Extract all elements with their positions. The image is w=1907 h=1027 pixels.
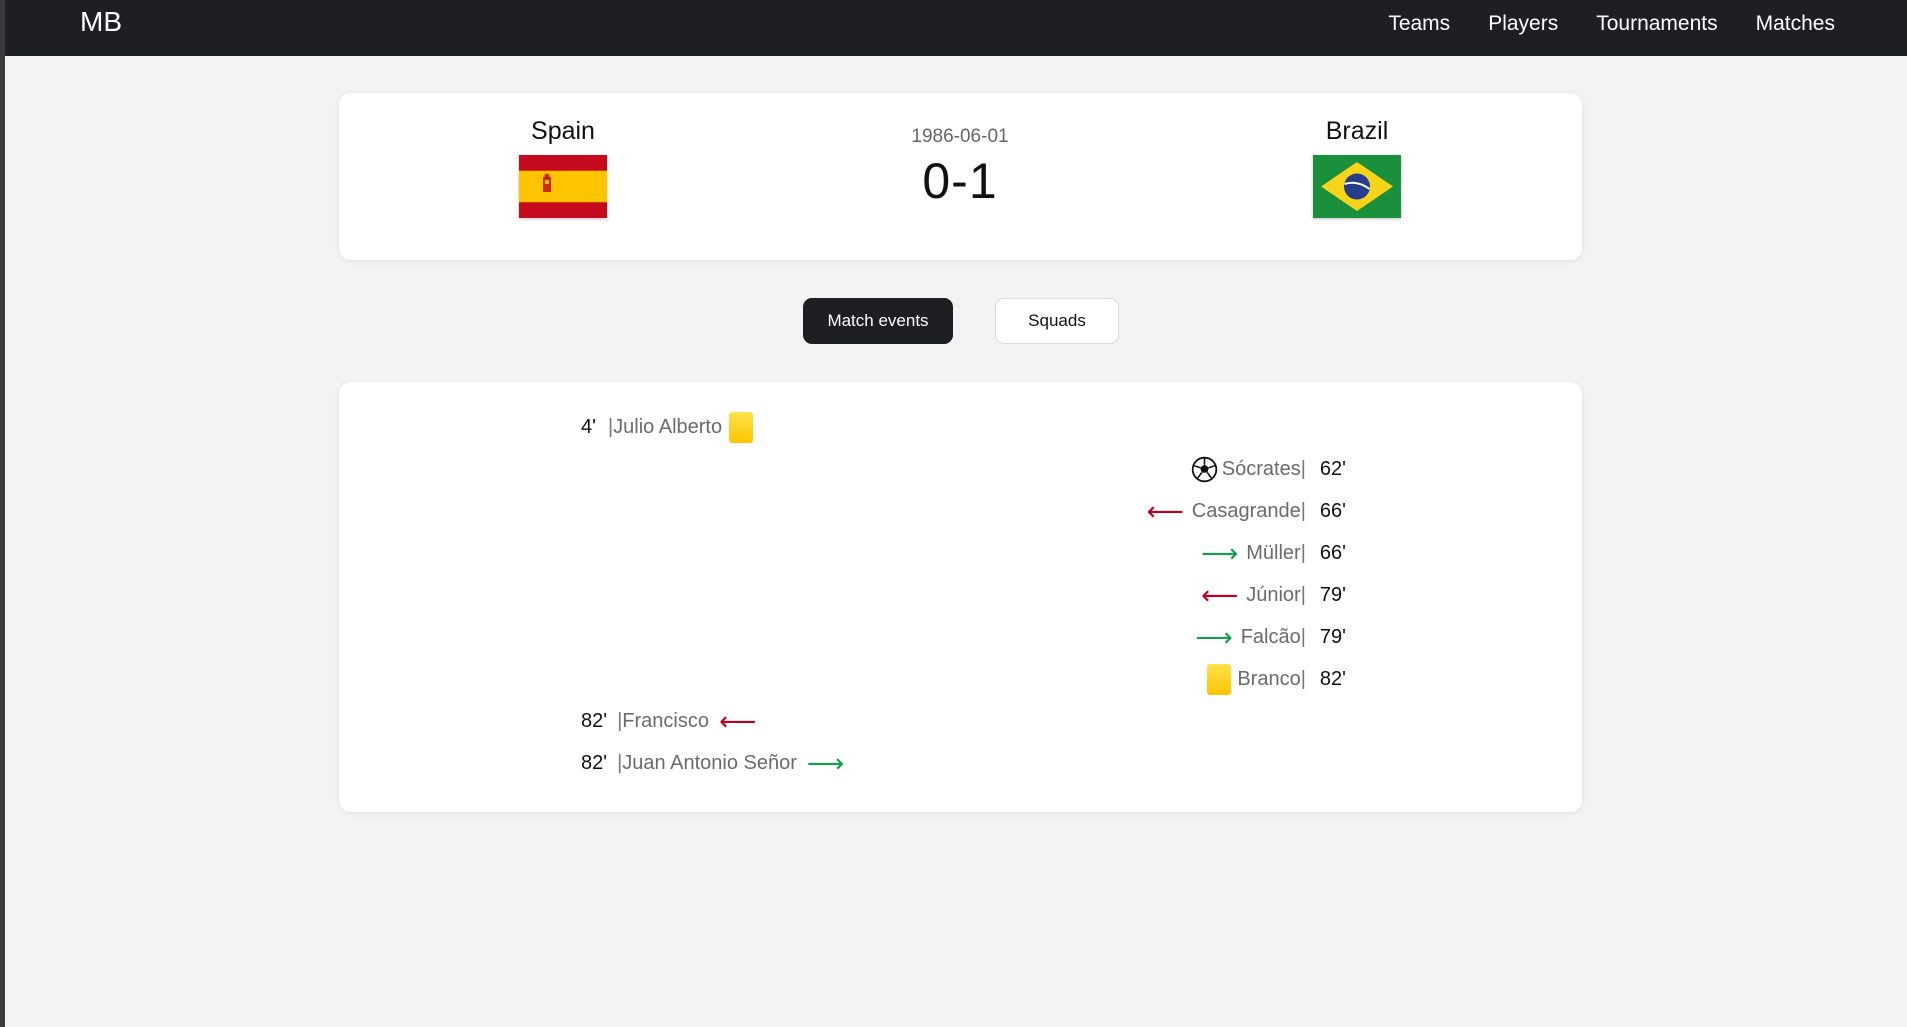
event-row: ⟶ Falcão | 79'	[1195, 617, 1346, 657]
event-player[interactable]: Falcão	[1241, 626, 1301, 649]
match-summary: 1986-06-01 0-1	[760, 126, 1160, 210]
event-row: Sócrates | 62'	[1191, 449, 1346, 489]
match-tabs: Match events Squads	[803, 298, 1119, 344]
yellow-card-icon	[729, 411, 754, 443]
nav-links: Teams Players Tournaments Matches	[1388, 0, 1835, 48]
event-player[interactable]: Julio Alberto	[613, 416, 722, 439]
soccer-ball-icon	[1191, 456, 1217, 482]
event-row: ⟶ Müller | 66'	[1201, 533, 1346, 573]
tab-squads[interactable]: Squads	[995, 298, 1119, 344]
event-separator: |	[1300, 541, 1306, 564]
event-minute: 82'	[581, 751, 608, 774]
substitution-out-arrow-icon: ⟵	[1146, 496, 1184, 526]
home-team[interactable]: Spain	[463, 117, 663, 218]
spain-flag-icon	[519, 155, 607, 218]
event-player[interactable]: Casagrande	[1192, 500, 1301, 523]
match-date: 1986-06-01	[911, 126, 1009, 147]
nav-link-tournaments[interactable]: Tournaments	[1596, 12, 1717, 36]
event-separator: |	[1300, 457, 1306, 480]
away-team[interactable]: Brazil	[1257, 117, 1457, 218]
event-player[interactable]: Branco	[1237, 668, 1300, 691]
substitution-out-arrow-icon: ⟵	[718, 706, 757, 736]
event-row: 82' | Francisco ⟵	[581, 701, 756, 741]
substitution-out-arrow-icon: ⟵	[1200, 580, 1239, 610]
event-separator: |	[1300, 667, 1306, 690]
event-minute: 79'	[1319, 583, 1346, 606]
event-player[interactable]: Sócrates	[1222, 458, 1301, 481]
event-player[interactable]: Müller	[1246, 542, 1300, 565]
window-edge	[0, 0, 5, 1027]
event-row: ⟵ Casagrande | 66'	[1146, 491, 1346, 531]
event-minute: 82'	[1319, 667, 1346, 690]
brazil-flag-icon	[1313, 155, 1401, 218]
nav-link-teams[interactable]: Teams	[1388, 12, 1450, 36]
match-events-card: 4' | Julio Alberto Sócrates | 62' ⟵ Casa…	[339, 382, 1582, 812]
event-row: Branco | 82'	[1207, 659, 1346, 699]
match-score: 0-1	[922, 153, 998, 209]
match-header-card: Spain 1986-06-01 0-1 Brazil	[339, 93, 1582, 260]
substitution-in-arrow-icon: ⟶	[1195, 622, 1233, 652]
home-team-name[interactable]: Spain	[463, 117, 663, 151]
event-player[interactable]: Francisco	[622, 710, 709, 733]
event-minute: 66'	[1319, 541, 1346, 564]
nav-link-players[interactable]: Players	[1488, 12, 1558, 36]
brand-logo[interactable]: MB	[80, 6, 122, 38]
event-minute: 79'	[1319, 625, 1346, 648]
substitution-in-arrow-icon: ⟶	[1200, 538, 1239, 568]
event-player[interactable]: Júnior	[1246, 584, 1300, 607]
event-row: ⟵ Júnior | 79'	[1201, 575, 1346, 615]
event-separator: |	[1300, 499, 1306, 522]
away-team-name[interactable]: Brazil	[1257, 117, 1457, 151]
event-minute: 4'	[581, 415, 596, 438]
yellow-card-icon	[1207, 663, 1232, 695]
event-row: 4' | Julio Alberto	[581, 407, 754, 447]
event-separator: |	[1300, 625, 1306, 648]
tab-match-events[interactable]: Match events	[803, 298, 953, 344]
substitution-in-arrow-icon: ⟶	[806, 748, 845, 778]
top-navbar: MB Teams Players Tournaments Matches	[5, 0, 1907, 56]
event-separator: |	[1300, 583, 1306, 606]
event-player[interactable]: Juan Antonio Señor	[622, 752, 797, 775]
nav-link-matches[interactable]: Matches	[1756, 12, 1835, 36]
event-row: 82' | Juan Antonio Señor ⟶	[581, 743, 844, 783]
event-minute: 62'	[1319, 457, 1346, 480]
event-minute: 82'	[581, 709, 608, 732]
event-minute: 66'	[1319, 499, 1346, 522]
